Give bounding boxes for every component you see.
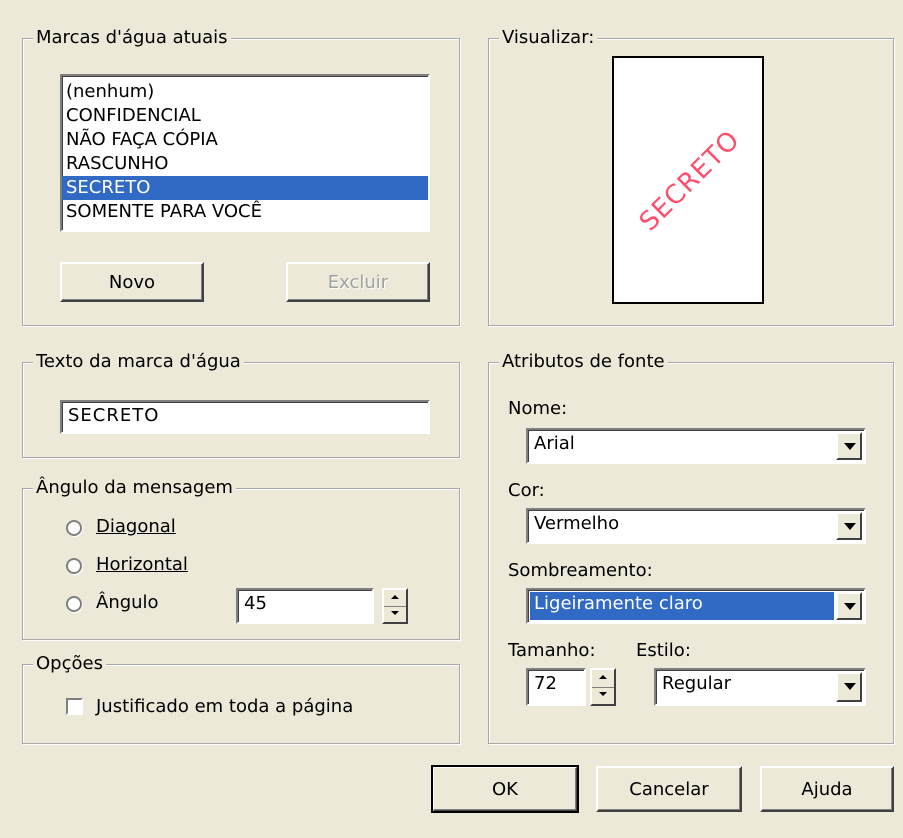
style-select[interactable]: Regular xyxy=(654,668,866,706)
angle-group-title: Ângulo da mensagem xyxy=(33,476,236,500)
font-color-select[interactable]: Vermelho xyxy=(526,508,866,544)
preview-watermark-text: SECRETO xyxy=(633,124,747,238)
font-name-value: Arial xyxy=(534,433,575,454)
spin-up-icon[interactable] xyxy=(592,670,614,688)
angle-input[interactable]: 45 xyxy=(236,588,374,624)
size-value: 72 xyxy=(534,673,557,694)
size-label: Tamanho: xyxy=(508,640,596,661)
chevron-down-icon[interactable] xyxy=(836,592,862,620)
font-color-label: Cor: xyxy=(508,480,545,501)
shading-label: Sombreamento: xyxy=(508,560,653,581)
list-item[interactable]: SOMENTE PARA VOCÊ xyxy=(62,200,428,224)
options-group-title: Opções xyxy=(33,652,106,676)
angle-spinner[interactable] xyxy=(382,588,408,624)
size-spinner[interactable] xyxy=(590,668,616,706)
watermarks-group-title: Marcas d'água atuais xyxy=(33,26,231,50)
font-color-value: Vermelho xyxy=(534,513,620,534)
spin-down-icon[interactable] xyxy=(592,687,614,704)
watermark-text-value: SECRETO xyxy=(68,405,160,426)
spin-down-icon[interactable] xyxy=(384,606,406,622)
watermarks-list[interactable]: (nenhum) CONFIDENCIAL NÃO FAÇA CÓPIA RAS… xyxy=(60,74,430,232)
cancel-button[interactable]: Cancelar xyxy=(596,766,742,812)
chevron-down-icon[interactable] xyxy=(836,512,862,540)
style-label: Estilo: xyxy=(636,640,691,661)
spin-up-icon[interactable] xyxy=(384,590,406,607)
preview-group-title: Visualizar: xyxy=(499,26,598,50)
watermark-text-input[interactable]: SECRETO xyxy=(60,400,430,434)
chevron-down-icon[interactable] xyxy=(836,672,862,702)
help-button[interactable]: Ajuda xyxy=(760,766,894,812)
shading-value: Ligeiramente claro xyxy=(534,593,703,614)
preview-page: SECRETO xyxy=(612,56,764,304)
font-group-title: Atributos de fonte xyxy=(499,350,668,374)
size-input[interactable]: 72 xyxy=(526,668,586,706)
horizontal-radio[interactable] xyxy=(66,558,82,574)
ok-button[interactable]: OK xyxy=(431,765,579,813)
chevron-down-icon[interactable] xyxy=(836,432,862,460)
diagonal-label[interactable]: Diagonal xyxy=(96,516,176,537)
text-group-title: Texto da marca d'água xyxy=(33,350,244,374)
font-name-select[interactable]: Arial xyxy=(526,428,866,464)
list-item[interactable]: RASCUNHO xyxy=(62,152,428,176)
shading-select[interactable]: Ligeiramente claro xyxy=(526,588,866,624)
justify-label[interactable]: Justificado em toda a página xyxy=(96,696,353,717)
angle-radio[interactable] xyxy=(66,596,82,612)
font-name-label: Nome: xyxy=(508,398,568,419)
style-value: Regular xyxy=(662,673,732,694)
list-item-selected[interactable]: SECRETO xyxy=(62,176,428,200)
list-item[interactable]: NÃO FAÇA CÓPIA xyxy=(62,128,428,152)
angle-value: 45 xyxy=(244,593,267,614)
horizontal-label[interactable]: Horizontal xyxy=(96,554,188,575)
delete-button[interactable]: Excluir xyxy=(286,262,430,302)
justify-checkbox[interactable] xyxy=(66,698,83,715)
angle-label[interactable]: Ângulo xyxy=(96,592,159,613)
list-item[interactable]: CONFIDENCIAL xyxy=(62,104,428,128)
new-button[interactable]: Novo xyxy=(60,262,204,302)
list-item[interactable]: (nenhum) xyxy=(62,80,428,104)
diagonal-radio[interactable] xyxy=(66,520,82,536)
